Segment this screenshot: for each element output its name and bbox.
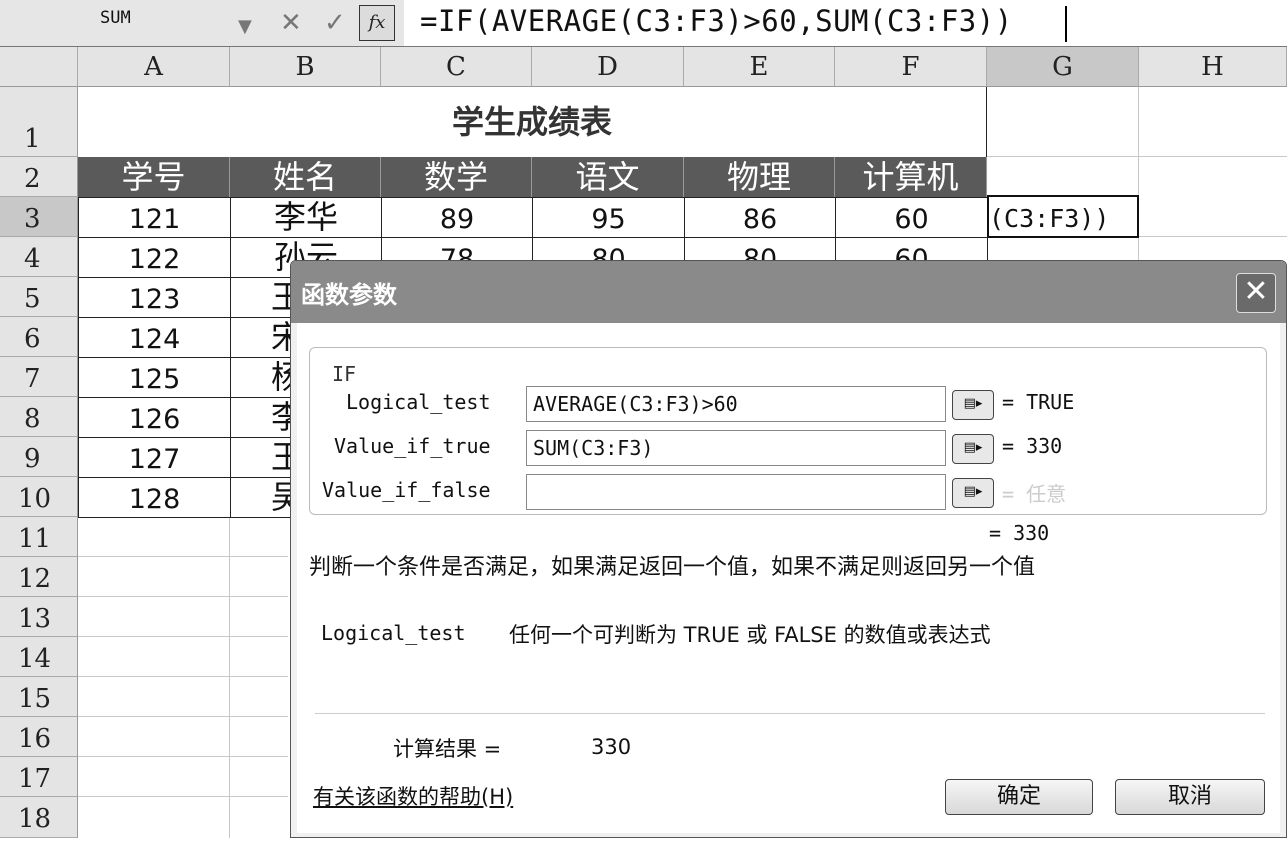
name-box-value: SUM	[100, 8, 131, 28]
cell-a3[interactable]: 121	[78, 197, 231, 238]
cell-a9[interactable]: 127	[78, 437, 231, 478]
calc-result-label: 计算结果 =	[393, 737, 502, 761]
cell-d3[interactable]: 95	[532, 197, 685, 238]
formula-bar: SUM ▼ ✕ ✓ fx =IF(AVERAGE(C3:F3)>60,SUM(C…	[0, 0, 1287, 47]
column-header-b[interactable]: B	[230, 47, 381, 87]
header-cell-physics[interactable]: 物理	[684, 157, 835, 197]
arg-result-value-if-true: = 330	[1002, 434, 1063, 458]
text-cursor	[1065, 6, 1067, 42]
formula-buttons: ▼ ✕ ✓ fx	[232, 0, 404, 46]
row-header-15[interactable]: 15	[0, 677, 78, 717]
cell-b3[interactable]: 李华	[230, 197, 382, 238]
formula-input[interactable]: =IF(AVERAGE(C3:F3)>60,SUM(C3:F3))	[420, 4, 1013, 38]
dialog-title-bar[interactable]: 函数参数 ✕	[291, 261, 1286, 323]
cell-e3[interactable]: 86	[684, 197, 836, 238]
function-group-box: IF Logical_test AVERAGE(C3:F3)>60 ▤▸ = T…	[309, 347, 1267, 515]
arg-label-logical-test: Logical_test	[346, 390, 491, 414]
divider	[315, 713, 1265, 714]
column-header-g[interactable]: G	[987, 47, 1139, 87]
collapse-dialog-icon[interactable]: ▤▸	[952, 478, 994, 508]
insert-function-button[interactable]: fx	[359, 5, 395, 41]
gridline	[987, 156, 1287, 157]
cell-a7[interactable]: 125	[78, 357, 231, 398]
dialog-title: 函数参数	[301, 281, 397, 309]
cancel-button[interactable]: 取消	[1115, 779, 1265, 815]
dropdown-arrow-icon[interactable]: ▼	[238, 10, 252, 44]
column-header-d[interactable]: D	[532, 47, 684, 87]
arg-label-value-if-true: Value_if_true	[334, 434, 491, 458]
gridline	[78, 716, 288, 717]
row-header-1[interactable]: 1	[0, 87, 78, 157]
overall-result: = 330	[989, 521, 1050, 545]
function-description: 判断一个条件是否满足，如果满足返回一个值，如果不满足则返回另一个值	[309, 555, 1036, 580]
function-arguments-dialog: 函数参数 ✕ IF Logical_test AVERAGE(C3:F3)>60…	[290, 260, 1287, 838]
table-title[interactable]: 学生成绩表	[78, 87, 987, 157]
cell-a5[interactable]: 123	[78, 277, 231, 318]
gridline	[78, 556, 288, 557]
column-header-h[interactable]: H	[1139, 47, 1287, 87]
value-if-false-input[interactable]	[526, 474, 946, 510]
row-header-6[interactable]: 6	[0, 317, 78, 357]
dialog-body: IF Logical_test AVERAGE(C3:F3)>60 ▤▸ = T…	[297, 323, 1280, 833]
row-header-9[interactable]: 9	[0, 437, 78, 477]
header-cell-name[interactable]: 姓名	[230, 157, 381, 197]
header-cell-computer[interactable]: 计算机	[835, 157, 987, 197]
row-header-11[interactable]: 11	[0, 517, 78, 557]
gridline	[78, 596, 288, 597]
column-header-e[interactable]: E	[684, 47, 835, 87]
value-if-true-input[interactable]: SUM(C3:F3)	[526, 430, 946, 466]
cancel-icon[interactable]: ✕	[280, 6, 302, 40]
cell-a8[interactable]: 126	[78, 397, 231, 438]
row-header-4[interactable]: 4	[0, 237, 78, 277]
row-header-7[interactable]: 7	[0, 357, 78, 397]
cell-a4[interactable]: 122	[78, 237, 231, 278]
row-header-3[interactable]: 3	[0, 197, 78, 237]
collapse-dialog-icon[interactable]: ▤▸	[952, 434, 994, 464]
arg-label-value-if-false: Value_if_false	[322, 478, 491, 502]
header-cell-math[interactable]: 数学	[381, 157, 532, 197]
row-header-12[interactable]: 12	[0, 557, 78, 597]
gridline	[78, 756, 288, 757]
arg-help-name: Logical_test	[321, 621, 466, 645]
ok-button[interactable]: 确定	[945, 779, 1093, 815]
cell-a6[interactable]: 124	[78, 317, 231, 358]
calc-result-value: 330	[591, 735, 632, 759]
column-header-a[interactable]: A	[78, 47, 230, 87]
row-header-10[interactable]: 10	[0, 477, 78, 517]
logical-test-input[interactable]: AVERAGE(C3:F3)>60	[526, 386, 946, 422]
gridline	[229, 517, 230, 838]
gridline	[78, 676, 288, 677]
gridline	[78, 636, 288, 637]
cell-g3-active[interactable]: (C3:F3))	[987, 195, 1139, 238]
name-box[interactable]: SUM	[0, 0, 233, 46]
column-header-c[interactable]: C	[381, 47, 532, 87]
select-all-corner[interactable]	[0, 47, 78, 87]
cell-a10[interactable]: 128	[78, 477, 231, 518]
arg-help-text: 任何一个可判断为 TRUE 或 FALSE 的数值或表达式	[509, 623, 991, 647]
cell-f3[interactable]: 60	[835, 197, 988, 238]
row-header-17[interactable]: 17	[0, 757, 78, 797]
row-header-8[interactable]: 8	[0, 397, 78, 437]
arg-result-value-if-false: = 任意	[1002, 482, 1067, 506]
row-header-14[interactable]: 14	[0, 637, 78, 677]
function-name-label: IF	[330, 362, 359, 386]
row-header-16[interactable]: 16	[0, 717, 78, 757]
gridline	[78, 796, 288, 797]
arg-result-logical-test: = TRUE	[1002, 390, 1075, 414]
header-cell-id[interactable]: 学号	[78, 157, 230, 197]
row-header-18[interactable]: 18	[0, 797, 78, 838]
row-header-2[interactable]: 2	[0, 157, 78, 197]
collapse-dialog-icon[interactable]: ▤▸	[952, 390, 994, 420]
close-icon[interactable]: ✕	[1236, 273, 1276, 313]
cell-c3[interactable]: 89	[381, 197, 533, 238]
header-cell-chinese[interactable]: 语文	[532, 157, 684, 197]
column-header-f[interactable]: F	[835, 47, 987, 87]
enter-check-icon[interactable]: ✓	[324, 6, 346, 40]
function-help-link[interactable]: 有关该函数的帮助(H)	[313, 781, 513, 811]
row-header-5[interactable]: 5	[0, 277, 78, 317]
row-header-13[interactable]: 13	[0, 597, 78, 637]
